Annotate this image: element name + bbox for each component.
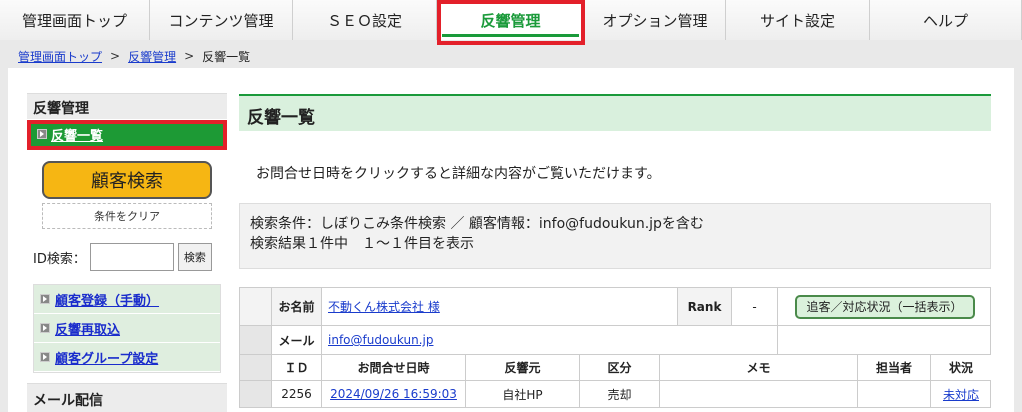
tab-dashboard[interactable]: 管理画面トップ bbox=[0, 0, 150, 40]
tab-label: ヘルプ bbox=[922, 11, 968, 30]
tab-options[interactable]: オプション管理 bbox=[585, 0, 726, 40]
breadcrumb-current: 反響一覧 bbox=[202, 49, 251, 64]
customer-name-link[interactable]: 不動くん株式会社 様 bbox=[328, 298, 440, 315]
search-conditions-text: 検索条件：しぼりこみ条件検索 ／ 顧客情報：info@fudoukun.jpを含… bbox=[250, 216, 704, 232]
tab-contents[interactable]: コンテンツ管理 bbox=[150, 0, 293, 40]
row-datetime-cell: 2024/09/26 16:59:03 bbox=[322, 381, 466, 407]
tab-help[interactable]: ヘルプ bbox=[870, 0, 1022, 40]
sidebar: 反響管理 反響一覧 顧客検索 条件をクリア ID検索： 検索 顧客登録（手動） … bbox=[27, 93, 227, 412]
customer-search-button[interactable]: 顧客検索 bbox=[42, 161, 212, 199]
sidebar-item-label: 顧客登録（手動） bbox=[55, 293, 160, 309]
row-category: 売却 bbox=[580, 381, 660, 407]
table-row: 2256 2024/09/26 16:59:03 自社HP 売却 未対応 bbox=[240, 381, 990, 407]
mail-value-cell: info@fudoukun.jp bbox=[322, 326, 778, 354]
sidebar-section-title-mail: メール配信 bbox=[27, 383, 227, 412]
column-header-datetime: お問合せ日時 bbox=[322, 355, 466, 380]
mail-link[interactable]: info@fudoukun.jp bbox=[328, 333, 433, 347]
id-search-button[interactable]: 検索 bbox=[177, 243, 212, 271]
tab-label: 反響管理 bbox=[480, 11, 541, 30]
arrow-right-icon bbox=[40, 352, 50, 362]
sidebar-item-response-list[interactable]: 反響一覧 bbox=[31, 122, 223, 146]
mail-row-filler bbox=[778, 326, 991, 354]
results-table: お名前 不動くん株式会社 様 Rank - 追客／対応状況（一括表示） メール … bbox=[239, 287, 991, 408]
id-search-row: ID検索： 検索 bbox=[33, 243, 212, 271]
search-conditions-box: 検索条件：しぼりこみ条件検索 ／ 顧客情報：info@fudoukun.jpを含… bbox=[239, 203, 991, 269]
sidebar-item-customer-register[interactable]: 顧客登録（手動） bbox=[34, 285, 220, 314]
tab-site-settings[interactable]: サイト設定 bbox=[726, 0, 870, 40]
record-gutter bbox=[240, 288, 272, 325]
column-header-memo: メモ bbox=[660, 355, 858, 380]
breadcrumb-link-response[interactable]: 反響管理 bbox=[128, 48, 176, 65]
record-gutter bbox=[240, 355, 272, 380]
top-navigation: 管理画面トップ コンテンツ管理 ＳＥＯ設定 反響管理 オプション管理 サイト設定… bbox=[0, 0, 1022, 40]
rank-label: Rank bbox=[678, 288, 732, 325]
table-header-row: ＩＤ お問合せ日時 反響元 区分 メモ 担当者 状況 bbox=[240, 355, 991, 381]
sidebar-item-label: 反響再取込 bbox=[55, 322, 121, 338]
record-name-row: お名前 不動くん株式会社 様 Rank - 追客／対応状況（一括表示） bbox=[240, 288, 990, 326]
row-source: 自社HP bbox=[466, 381, 580, 407]
record-gutter bbox=[240, 326, 272, 354]
tab-label: オプション管理 bbox=[602, 11, 708, 30]
arrow-right-icon bbox=[40, 294, 50, 304]
follow-cell: 追客／対応状況（一括表示） bbox=[778, 288, 991, 325]
record-mail-row: メール info@fudoukun.jp bbox=[240, 326, 990, 355]
clear-conditions-button[interactable]: 条件をクリア bbox=[42, 203, 212, 229]
follow-status-button[interactable]: 追客／対応状況（一括表示） bbox=[794, 294, 975, 319]
column-header-category: 区分 bbox=[580, 355, 660, 380]
row-status-cell: 未対応 bbox=[931, 381, 991, 407]
sidebar-item-label: 反響一覧 bbox=[51, 128, 104, 144]
tab-label: コンテンツ管理 bbox=[168, 11, 274, 30]
breadcrumb-separator: > bbox=[184, 49, 195, 63]
inquiry-datetime-link[interactable]: 2024/09/26 16:59:03 bbox=[330, 387, 457, 401]
sidebar-item-customer-group[interactable]: 顧客グループ設定 bbox=[34, 343, 220, 372]
search-result-count: 検索結果１件中 １～１件目を表示 bbox=[250, 236, 474, 252]
id-search-input[interactable] bbox=[89, 243, 174, 271]
tab-seo[interactable]: ＳＥＯ設定 bbox=[293, 0, 437, 40]
column-header-staff: 担当者 bbox=[858, 355, 931, 380]
rank-value: - bbox=[732, 288, 778, 325]
name-value-cell: 不動くん株式会社 様 bbox=[322, 288, 678, 325]
notice-text: お問合せ日時をクリックすると詳細な内容がご覧いただけます。 bbox=[256, 166, 661, 182]
mail-label: メール bbox=[272, 326, 322, 354]
tab-label: サイト設定 bbox=[759, 11, 835, 30]
column-header-status: 状況 bbox=[931, 355, 991, 380]
column-header-id: ＩＤ bbox=[272, 355, 322, 380]
breadcrumb-separator: > bbox=[110, 49, 121, 63]
breadcrumb: 管理画面トップ > 反響管理 > 反響一覧 bbox=[18, 46, 250, 66]
row-staff bbox=[858, 381, 931, 407]
arrow-right-icon bbox=[40, 323, 50, 333]
tab-label: 管理画面トップ bbox=[21, 11, 127, 30]
record-gutter bbox=[240, 381, 272, 407]
status-link[interactable]: 未対応 bbox=[943, 386, 979, 403]
sidebar-item-reimport[interactable]: 反響再取込 bbox=[34, 314, 220, 343]
arrow-right-icon bbox=[37, 129, 47, 139]
id-search-label: ID検索： bbox=[33, 251, 86, 267]
row-memo bbox=[660, 381, 858, 407]
sidebar-section-title: 反響管理 bbox=[27, 93, 227, 119]
tab-response-management[interactable]: 反響管理 bbox=[437, 0, 585, 40]
sidebar-links: 顧客登録（手動） 反響再取込 顧客グループ設定 bbox=[33, 284, 221, 373]
tab-label: ＳＥＯ設定 bbox=[326, 11, 402, 30]
sidebar-item-label: 顧客グループ設定 bbox=[55, 351, 159, 367]
row-id: 2256 bbox=[272, 381, 322, 407]
column-header-source: 反響元 bbox=[466, 355, 580, 380]
page-title: 反響一覧 bbox=[239, 94, 991, 131]
breadcrumb-link-dashboard[interactable]: 管理画面トップ bbox=[18, 48, 102, 65]
name-label: お名前 bbox=[272, 288, 322, 325]
